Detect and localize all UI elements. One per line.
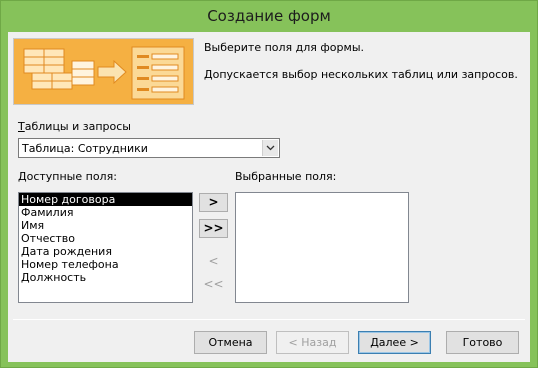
wizard-banner-illustration: [13, 38, 194, 105]
finish-button[interactable]: Готово: [446, 331, 519, 354]
tables-label-accelerator: Т: [18, 120, 25, 133]
list-item[interactable]: Отчество: [19, 232, 192, 245]
list-item[interactable]: Должность: [19, 271, 192, 284]
add-all-fields-button[interactable]: >>: [199, 219, 228, 238]
wizard-window: Создание форм Выберите поля для формы. Д…: [0, 0, 538, 368]
wizard-body: Выберите поля для формы. Допускается выб…: [8, 32, 530, 362]
selected-fields-label: Выбранные поля:: [235, 170, 337, 183]
available-fields-list[interactable]: Номер договора Фамилия Имя Отчество Дата…: [18, 192, 193, 303]
back-button[interactable]: < Назад: [276, 331, 349, 354]
tables-queries-combobox[interactable]: Таблица: Сотрудники: [18, 138, 280, 158]
title-bar[interactable]: Создание форм: [1, 1, 537, 32]
available-label-accelerator: Д: [18, 170, 27, 183]
next-button[interactable]: Далее >: [358, 331, 431, 354]
tables-combobox-value: Таблица: Сотрудники: [22, 142, 148, 155]
remove-field-button[interactable]: <: [199, 252, 228, 271]
tables-queries-label: Таблицы и запросы: [18, 120, 131, 133]
footer-divider: [13, 319, 525, 320]
remove-all-fields-button[interactable]: <<: [199, 275, 228, 294]
instruction-line-1: Выберите поля для формы.: [204, 41, 364, 54]
list-item[interactable]: Дата рождения: [19, 245, 192, 258]
list-item[interactable]: Номер договора: [19, 193, 192, 206]
tables-label-text: аблицы и запросы: [24, 120, 131, 133]
list-item[interactable]: Фамилия: [19, 206, 192, 219]
available-label-text: оступные поля:: [26, 170, 117, 183]
wizard-instructions: Выберите поля для формы. Допускается выб…: [204, 41, 519, 82]
cancel-button[interactable]: Отмена: [194, 331, 267, 354]
chevron-down-icon[interactable]: [262, 140, 278, 156]
available-fields-label: Доступные поля:: [18, 170, 117, 183]
window-title: Создание форм: [207, 7, 331, 25]
list-item[interactable]: Номер телефона: [19, 258, 192, 271]
instruction-line-2: Допускается выбор нескольких таблиц или …: [204, 68, 518, 81]
add-field-button[interactable]: >: [199, 193, 228, 212]
list-item[interactable]: Имя: [19, 219, 192, 232]
form-wizard-icon: [14, 39, 193, 104]
selected-fields-list[interactable]: [235, 192, 409, 303]
